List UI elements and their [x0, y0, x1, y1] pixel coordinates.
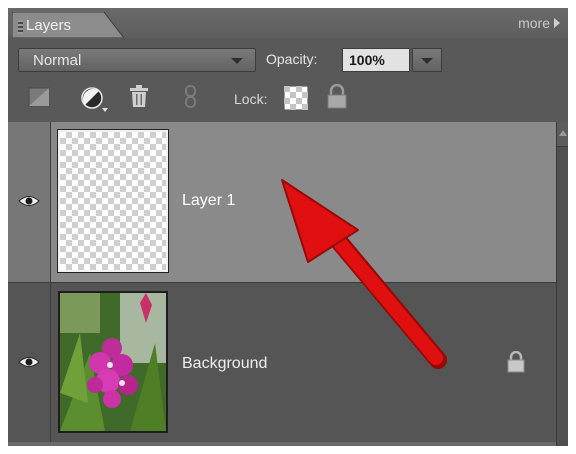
opacity-dropdown-button[interactable]: [412, 48, 442, 72]
triangle-right-icon: [554, 18, 560, 28]
layers-panel: Layers more Normal Opacity: 100% Lock: L…: [8, 8, 568, 446]
layer-thumbnail[interactable]: [58, 291, 168, 433]
opacity-input[interactable]: 100%: [342, 48, 410, 72]
eye-icon: [18, 196, 40, 206]
layer-name[interactable]: Background: [182, 355, 267, 373]
layer-controls: Normal Opacity: 100% Lock:: [8, 38, 568, 122]
chevron-down-icon: [421, 58, 433, 64]
lock-all-icon[interactable]: [326, 84, 348, 110]
panel-bottom-edge: [8, 442, 556, 446]
layer-row[interactable]: Layer 1: [8, 122, 556, 282]
tab-label: Layers: [26, 17, 72, 34]
link-icon[interactable]: [184, 84, 198, 110]
layers-tab[interactable]: Layers: [12, 12, 124, 38]
visibility-toggle[interactable]: [8, 122, 51, 282]
eye-icon: [18, 357, 40, 367]
layer-row[interactable]: Background: [8, 282, 556, 443]
orchid-photo: [60, 293, 166, 431]
layers-list: Layer 1 Background: [8, 122, 556, 446]
scroll-up-button[interactable]: [557, 122, 568, 147]
trash-icon[interactable]: [128, 85, 150, 109]
lock-transparent-icon[interactable]: [284, 86, 308, 110]
layer-thumbnail[interactable]: [57, 129, 169, 273]
blend-mode-select[interactable]: Normal: [18, 48, 256, 72]
layers-scrollbar[interactable]: [556, 122, 568, 446]
adjustment-layer-icon[interactable]: [80, 86, 110, 114]
tab-grip-icon[interactable]: [18, 20, 23, 34]
more-menu-button[interactable]: more: [518, 15, 560, 31]
lock-label: Lock:: [234, 91, 268, 107]
more-label: more: [518, 15, 550, 31]
new-layer-icon[interactable]: [28, 86, 52, 110]
opacity-value: 100%: [349, 52, 385, 68]
chevron-down-icon: [231, 58, 243, 64]
panel-tab-bar: Layers more: [8, 8, 568, 38]
layer-lock-icon[interactable]: [506, 351, 526, 373]
triangle-up-icon: [559, 130, 567, 136]
visibility-toggle[interactable]: [8, 283, 51, 443]
blend-mode-value: Normal: [33, 52, 82, 69]
layer-name[interactable]: Layer 1: [182, 192, 235, 210]
opacity-label: Opacity:: [266, 51, 318, 67]
